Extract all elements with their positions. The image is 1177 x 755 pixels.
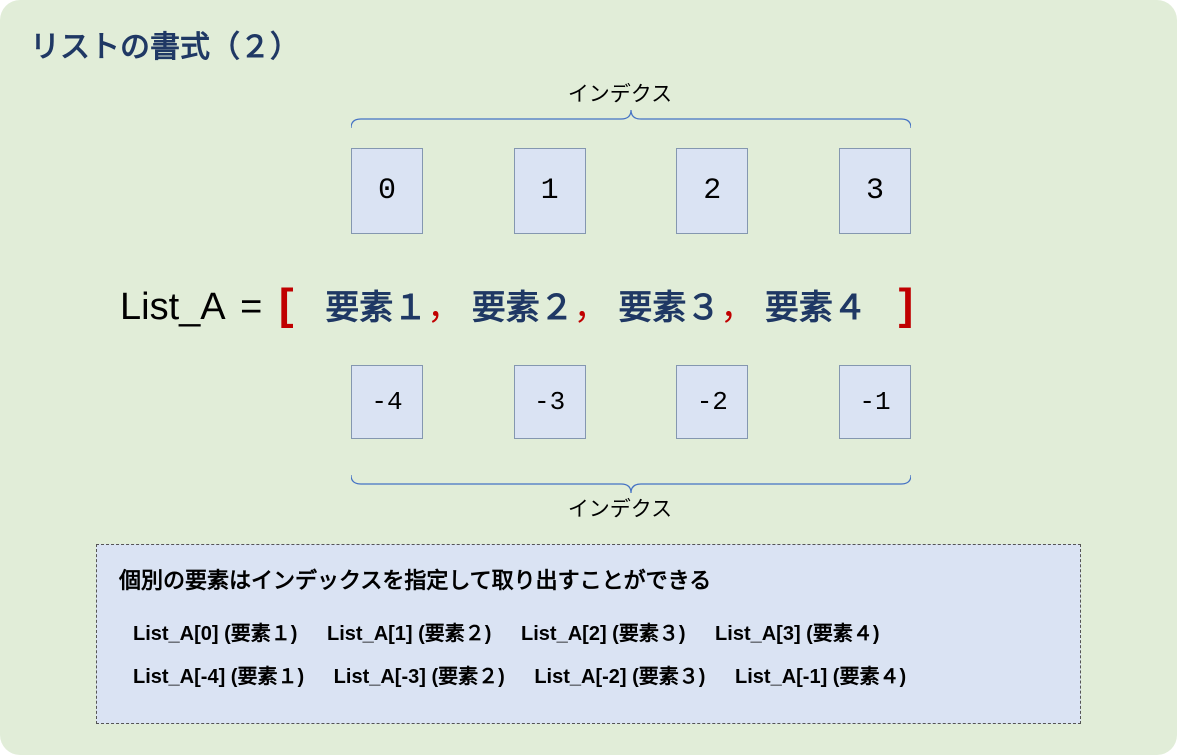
note-item: List_A[0] (要素１) bbox=[133, 623, 297, 645]
note-row-positive: List_A[0] (要素１) List_A[1] (要素２) List_A[2… bbox=[119, 617, 1058, 646]
positive-index-row: 0 1 2 3 bbox=[351, 148, 911, 234]
index-cell-neg-1: -3 bbox=[514, 365, 586, 439]
index-cell-pos-1: 1 bbox=[514, 148, 586, 234]
note-item: List_A[3] (要素４) bbox=[715, 623, 879, 645]
index-cell-pos-0: 0 bbox=[351, 148, 423, 234]
comma-2: ， bbox=[574, 289, 608, 327]
note-box: 個別の要素はインデックスを指定して取り出すことができる List_A[0] (要… bbox=[96, 544, 1081, 724]
index-label-top: インデクス bbox=[520, 78, 720, 108]
note-item: List_A[1] (要素２) bbox=[327, 623, 491, 645]
index-cell-neg-2: -2 bbox=[676, 365, 748, 439]
bracket-close: ] bbox=[899, 280, 914, 329]
index-label-bottom: インデクス bbox=[520, 493, 720, 523]
list-name: List_A bbox=[120, 286, 224, 328]
note-item: List_A[-1] (要素４) bbox=[735, 666, 906, 688]
element-4: 要素４ bbox=[765, 289, 867, 327]
index-cell-pos-2: 2 bbox=[676, 148, 748, 234]
negative-index-row: -4 -3 -2 -1 bbox=[351, 365, 911, 439]
slide-title: リストの書式（２） bbox=[30, 22, 300, 66]
element-3: 要素３ bbox=[618, 289, 720, 327]
list-expression: List_A = [ 要素１， 要素２， 要素３， 要素４ ] bbox=[120, 280, 913, 330]
note-heading: 個別の要素はインデックスを指定して取り出すことができる bbox=[119, 563, 1058, 595]
note-item: List_A[-2] (要素３) bbox=[534, 666, 705, 688]
comma-3: ， bbox=[720, 289, 754, 327]
bracket-open: [ bbox=[279, 280, 294, 329]
element-1: 要素１ bbox=[325, 289, 427, 327]
brace-bottom bbox=[351, 475, 911, 493]
element-2: 要素２ bbox=[472, 289, 574, 327]
index-cell-neg-0: -4 bbox=[351, 365, 423, 439]
index-cell-neg-3: -1 bbox=[839, 365, 911, 439]
equals-sign: = bbox=[240, 286, 262, 328]
note-item: List_A[-3] (要素２) bbox=[334, 666, 505, 688]
brace-top bbox=[351, 110, 911, 128]
slide: リストの書式（２） インデクス 0 1 2 3 List_A = [ 要素１， … bbox=[0, 0, 1177, 755]
note-item: List_A[-4] (要素１) bbox=[133, 666, 304, 688]
comma-1: ， bbox=[427, 289, 461, 327]
index-cell-pos-3: 3 bbox=[839, 148, 911, 234]
note-row-negative: List_A[-4] (要素１) List_A[-3] (要素２) List_A… bbox=[119, 660, 1058, 689]
note-item: List_A[2] (要素３) bbox=[521, 623, 685, 645]
